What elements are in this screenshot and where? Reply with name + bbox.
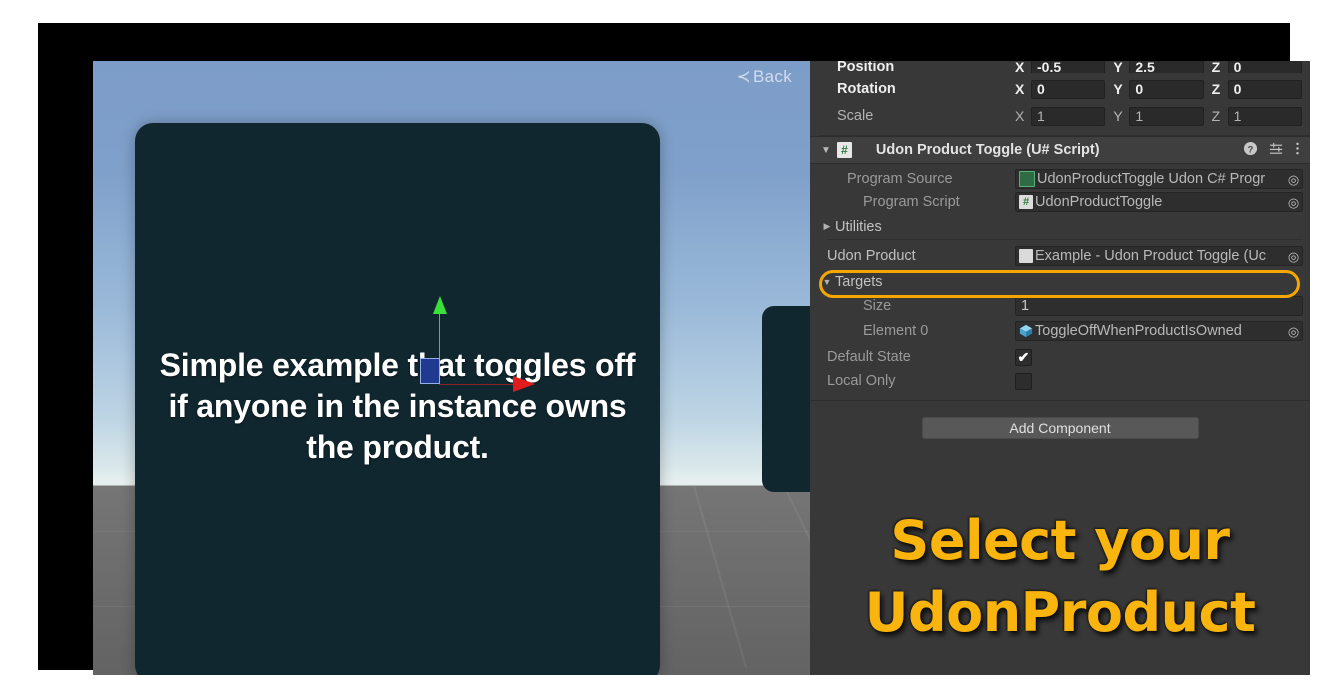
scene-info-board: Simple example that toggles off if anyon… [135, 123, 660, 675]
transform-rotation-label: Rotation [837, 81, 896, 97]
local-only-checkbox[interactable] [1015, 372, 1032, 390]
transform-position-row: Position X -0.5 Y 2.5 Z 0 [819, 61, 1310, 73]
scale-x-field[interactable]: 1 [1031, 106, 1106, 126]
udon-program-icon [1019, 171, 1035, 187]
targets-foldout[interactable]: ▼ Targets [819, 270, 1310, 293]
scale-y-axis-label: Y [1113, 108, 1123, 124]
targets-element0-picker-icon[interactable]: ◎ [1285, 325, 1302, 338]
targets-triangle-icon: ▼ [822, 276, 832, 287]
scene-side-panel [762, 306, 810, 492]
gizmo-x-axis [439, 384, 517, 385]
program-script-picker-icon[interactable]: ◎ [1285, 196, 1302, 209]
targets-label: Targets [835, 273, 883, 290]
default-state-label: Default State [827, 349, 911, 365]
position-z-axis-label: Z [1211, 61, 1221, 73]
utilities-foldout[interactable]: ▶ Utilities [819, 215, 1310, 238]
add-component-button[interactable]: Add Component [921, 417, 1199, 439]
component-title: Udon Product Toggle (U# Script) [875, 142, 1100, 158]
component-bottom-divider [810, 400, 1310, 401]
utilities-triangle-icon: ▶ [823, 221, 831, 231]
scale-y-field[interactable]: 1 [1129, 106, 1204, 126]
scale-z-axis-label: Z [1211, 108, 1221, 124]
callout-line-1: Select your [890, 509, 1230, 572]
local-only-label: Local Only [827, 373, 896, 389]
rotation-x-axis-label: X [1015, 81, 1025, 97]
transform-scale-label: Scale [837, 108, 874, 124]
gizmo-plane-handle[interactable] [420, 358, 440, 384]
program-source-value: UdonProductToggle Udon C# Progr [1037, 171, 1266, 187]
gizmo-x-arrow-icon [513, 376, 535, 392]
targets-element0-value: ToggleOffWhenProductIsOwned [1035, 323, 1242, 339]
scene-viewport[interactable]: Simple example that toggles off if anyon… [93, 61, 810, 675]
component-header-udon-product-toggle[interactable]: ▼ # Udon Product Toggle (U# Script) ? [810, 136, 1310, 164]
menu-icon[interactable] [1295, 141, 1300, 160]
gameobject-cube-icon [1019, 324, 1033, 338]
callout-annotation: Select your UdonProduct [810, 505, 1310, 649]
local-only-row: Local Only [819, 369, 1310, 393]
program-source-label: Program Source [847, 171, 953, 187]
targets-size-row: Size 1 [819, 295, 1310, 317]
back-button[interactable]: ≺ Back [736, 67, 792, 87]
component-foldout-icon[interactable]: ▼ [821, 145, 831, 156]
udon-product-picker-icon[interactable]: ◎ [1285, 250, 1302, 263]
rotation-x-field[interactable]: 0 [1031, 79, 1106, 99]
transform-position-label: Position [837, 61, 895, 73]
back-label: Back [753, 67, 792, 86]
position-y-field[interactable]: 2.5 [1129, 61, 1204, 73]
board-text: Simple example that toggles off if anyon… [159, 347, 636, 465]
program-source-row: Program Source UdonProductToggle Udon C#… [819, 168, 1310, 190]
position-x-field[interactable]: -0.5 [1031, 61, 1106, 73]
screenshot-border: Simple example that toggles off if anyon… [38, 23, 1310, 675]
targets-element0-field[interactable]: ToggleOffWhenProductIsOwned ◎ [1015, 321, 1303, 341]
position-x-axis-label: X [1015, 61, 1025, 73]
back-chevron-icon: ≺ [736, 67, 751, 86]
scriptable-object-icon [1019, 249, 1033, 263]
targets-size-label: Size [863, 298, 892, 314]
program-script-label: Program Script [863, 194, 960, 210]
help-icon[interactable]: ? [1243, 141, 1258, 160]
program-script-row: Program Script # UdonProductToggle ◎ [819, 191, 1310, 213]
scale-z-field[interactable]: 1 [1227, 106, 1302, 126]
scale-x-axis-label: X [1015, 108, 1025, 124]
rotation-z-axis-label: Z [1211, 81, 1221, 97]
transform-rotation-row: Rotation X 0 Y 0 Z 0 [819, 76, 1310, 102]
udon-product-value: Example - Udon Product Toggle (Uc [1035, 248, 1267, 264]
rotation-z-field[interactable]: 0 [1227, 79, 1302, 99]
position-z-field[interactable]: 0 [1227, 61, 1302, 73]
targets-element0-label: Element 0 [863, 323, 929, 339]
svg-text:?: ? [1248, 144, 1254, 154]
rotation-y-field[interactable]: 0 [1129, 79, 1204, 99]
default-state-checkbox[interactable]: ✔ [1015, 348, 1032, 366]
program-source-picker-icon[interactable]: ◎ [1285, 173, 1302, 186]
udon-product-label: Udon Product [827, 248, 916, 264]
field-divider [827, 239, 1303, 240]
transform-scale-row: Scale X 1 Y 1 Z 1 [819, 103, 1310, 129]
udon-product-field[interactable]: Example - Udon Product Toggle (Uc ◎ [1015, 246, 1303, 266]
callout-line-2: UdonProduct [864, 581, 1256, 644]
csharp-script-icon: # [1019, 195, 1033, 209]
default-state-row: Default State ✔ [819, 345, 1310, 369]
position-y-axis-label: Y [1113, 61, 1123, 73]
utilities-label: Utilities [835, 218, 882, 235]
targets-size-field[interactable]: 1 [1015, 296, 1303, 316]
program-script-field[interactable]: # UdonProductToggle ◎ [1015, 192, 1303, 212]
rotation-y-axis-label: Y [1113, 81, 1123, 97]
preset-icon[interactable] [1269, 141, 1284, 160]
gizmo-y-arrow-icon [433, 296, 447, 314]
app-content: Simple example that toggles off if anyon… [93, 61, 1310, 675]
program-source-field[interactable]: UdonProductToggle Udon C# Progr ◎ [1015, 169, 1303, 189]
udon-product-row: Udon Product Example - Udon Product Togg… [819, 245, 1310, 267]
program-script-value: UdonProductToggle [1035, 194, 1163, 210]
targets-element0-row: Element 0 ToggleOffWhenProductIsOwned ◎ [819, 320, 1310, 342]
script-icon: # [836, 142, 852, 158]
transform-gizmo[interactable] [411, 296, 541, 392]
